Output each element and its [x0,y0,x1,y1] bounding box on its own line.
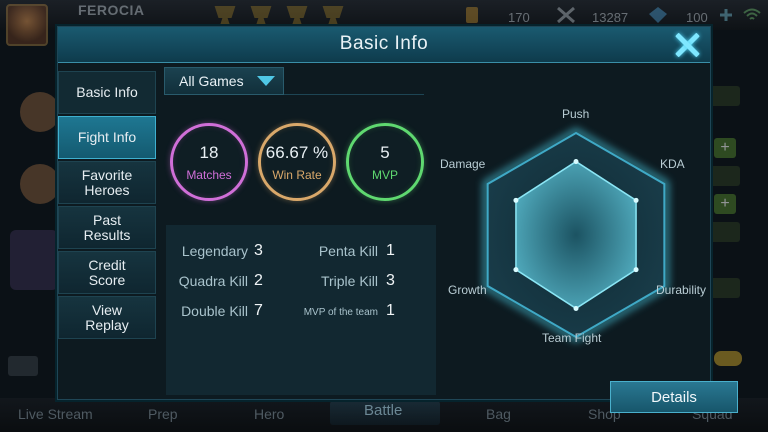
player-avatar[interactable] [6,4,48,46]
tab-bag[interactable]: Bag [486,406,511,422]
nav-item-label: Credit Score [88,256,126,288]
divider [284,94,424,95]
matches-ring: 18 Matches [170,123,248,201]
legendary-label: Legendary [181,243,248,259]
crown-icon [250,6,272,26]
mvp-of-team-value: 1 [386,302,395,319]
player-name: FEROCIA [78,2,145,18]
stat-count: 170 [508,10,530,25]
penta-kill-value: 1 [386,242,395,259]
dialog-title: Basic Info [339,33,429,54]
trophy-icon [286,6,308,26]
matches-label: Matches [186,168,232,182]
win-rate-label: Win Rate [272,168,322,182]
diamond-count: 100 [686,10,708,25]
battle-points: 13287 [592,10,629,25]
matches-value: 18 [199,143,219,162]
radar-point-kda [633,197,639,203]
card-icon [466,7,478,23]
basic-info-dialog: Basic Info Basic Info Fight Info Favorit… [57,26,738,413]
radar-axis-damage: Damage [440,157,486,171]
penta-kill-label: Penta Kill [318,243,378,259]
wifi-icon [743,8,761,20]
nav-item-label: Past Results [83,211,131,243]
dropdown-selected-value: All Games [179,73,244,89]
radar-axis-durability: Durability [656,283,707,297]
mvp-value: 5 [380,143,390,162]
quadra-kill-value: 2 [254,272,263,289]
details-button[interactable]: Details [610,381,738,413]
triple-kill-label: Triple Kill [320,273,378,289]
side-nav: Basic Info Fight Info Favorite Heroes Pa… [58,71,156,341]
radar-chart: Push KDA Durability Team Fight Growth Da… [438,107,714,387]
radar-axis-push: Push [562,107,590,121]
chat-icon[interactable] [8,356,38,376]
radar-point-growth [513,267,519,273]
nav-item-label: Fight Info [77,129,137,145]
nav-item-credit-score[interactable]: Credit Score [58,251,156,294]
friend-avatar [20,164,60,204]
trophy-icons [212,6,346,26]
tab-prep[interactable]: Prep [148,406,178,422]
radar-point-push [573,159,579,165]
swords-icon [557,6,575,24]
radar-point-durability [633,267,639,273]
mvp-label: MVP [371,168,398,182]
nav-item-past-results[interactable]: Past Results [58,206,156,249]
tab-battle[interactable]: Battle [364,402,402,419]
nav-item-favorite-heroes[interactable]: Favorite Heroes [58,161,156,204]
trophy-icon [214,6,236,26]
dialog-header: Basic Info [58,27,710,63]
radar-point-damage [513,197,519,203]
triple-kill-value: 3 [386,272,395,289]
hero-portrait [10,230,58,290]
tab-live-stream[interactable]: Live Stream [18,406,93,422]
nav-item-label: Favorite Heroes [81,166,133,198]
chevron-down-icon [257,76,275,86]
close-icon[interactable] [672,29,702,59]
nav-item-view-replay[interactable]: View Replay [58,296,156,339]
radar-graphic [482,127,670,343]
double-kill-label: Double Kill [181,303,248,319]
radar-point-team-fight [573,305,579,311]
radar-axis-kda: KDA [660,157,685,171]
quadra-kill-label: Quadra Kill [178,273,248,289]
radar-axis-growth: Growth [448,283,487,297]
kill-stats-panel: Legendary 3 Quadra Kill 2 Double Kill 7 … [166,225,436,395]
friend-avatar [20,92,60,132]
win-rate-value: 66.67 % [265,143,329,162]
win-rate-ring: 66.67 % Win Rate [258,123,336,201]
details-button-label: Details [651,388,697,406]
summary-rings: 18 Matches 66.67 % Win Rate 5 MVP [170,123,430,203]
game-mode-dropdown[interactable]: All Games [164,67,284,95]
diamond-icon [649,7,667,23]
tab-hero[interactable]: Hero [254,406,284,422]
add-friend-icon[interactable]: + [714,194,736,214]
legendary-value: 3 [254,242,263,259]
mvp-ring: 5 MVP [346,123,424,201]
fight-info-content: All Games 18 Matches 66.67 % Win Rate 5 … [164,67,738,413]
mvp-of-team-label: MVP of the team [303,307,378,318]
nav-item-fight-info[interactable]: Fight Info [58,116,156,159]
double-kill-value: 7 [254,302,263,319]
gamepad-icon[interactable] [712,346,744,370]
add-friend-icon[interactable]: + [714,138,736,158]
add-icon[interactable] [716,6,736,24]
nav-item-label: Basic Info [76,84,138,100]
radar-axis-team-fight: Team Fight [542,331,602,345]
nav-item-label: View Replay [85,301,129,333]
crown-icon [322,6,344,26]
nav-item-basic-info[interactable]: Basic Info [58,71,156,114]
